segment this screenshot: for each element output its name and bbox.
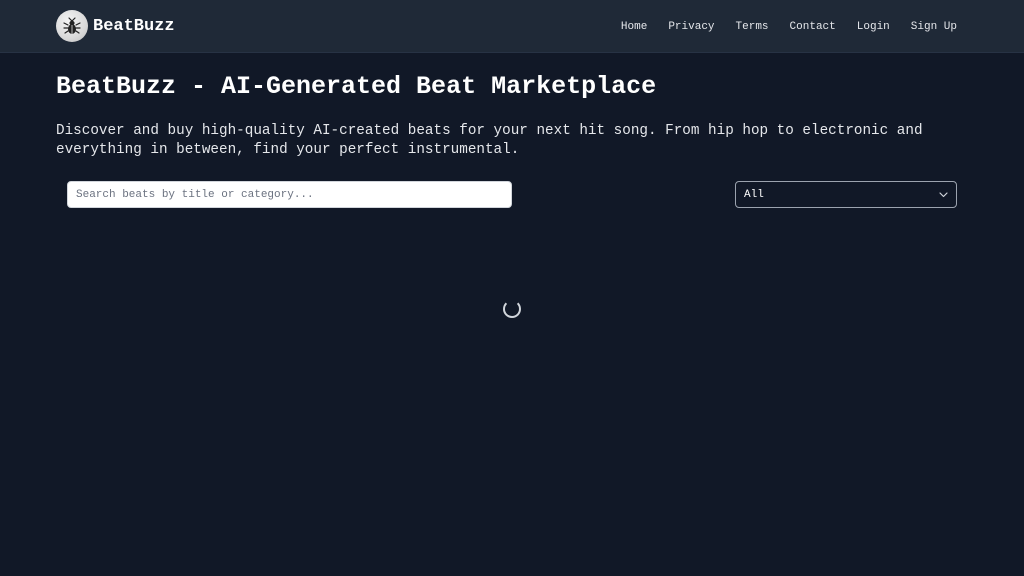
category-select[interactable]: All <box>735 181 957 208</box>
brand-name: BeatBuzz <box>93 16 175 36</box>
nav-signup-link[interactable]: Sign Up <box>911 21 957 33</box>
nav-privacy-link[interactable]: Privacy <box>668 21 714 33</box>
brand-link[interactable]: BeatBuzz <box>56 10 175 42</box>
page-description: Discover and buy high-quality AI-created… <box>56 123 923 158</box>
search-input[interactable] <box>67 181 512 208</box>
main-nav: Home Privacy Terms Contact Login Sign Up <box>621 0 957 53</box>
top-navbar: BeatBuzz Home Privacy Terms Contact Logi… <box>0 0 1024 53</box>
chevron-down-icon <box>938 190 948 200</box>
nav-home-link[interactable]: Home <box>621 21 647 33</box>
nav-contact-link[interactable]: Contact <box>790 21 836 33</box>
spinner-icon <box>503 300 521 318</box>
page-title: BeatBuzz - AI-Generated Beat Marketplace <box>56 72 657 101</box>
category-select-value: All <box>744 188 764 201</box>
nav-terms-link[interactable]: Terms <box>736 21 769 33</box>
bug-logo-icon <box>56 10 88 42</box>
nav-login-link[interactable]: Login <box>857 21 890 33</box>
